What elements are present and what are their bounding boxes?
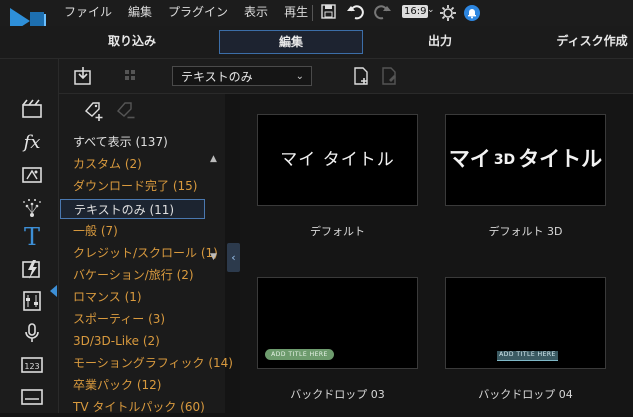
preview-3d-mark: 3D [493,152,516,168]
category-motion-graphics[interactable]: モーショングラフィック (14) [60,353,233,373]
menu-playback[interactable]: 再生 [278,0,314,24]
category-downloaded[interactable]: ダウンロード完了 (15) [60,176,205,196]
tab-create-disc[interactable]: ディスク作成 [551,30,633,52]
category-general[interactable]: 一般 (7) [60,221,205,241]
menu-edit[interactable]: 編集 [122,0,158,24]
toolbar-divider [312,5,313,21]
category-panel: すべて表示 (137) カスタム (2) ダウンロード完了 (15) テキストの… [59,94,233,414]
particle-room-icon[interactable] [20,195,44,219]
chevron-down-icon: ⌄ [295,71,304,82]
category-scrollbar[interactable]: ▲ ▼ [209,152,221,413]
notification-bell-icon[interactable] [462,2,482,22]
thumbnail-preview-text: ADD TITLE HERE [497,351,558,361]
aspect-ratio-selector[interactable]: 16:9 [402,5,429,18]
category-show-all[interactable]: すべて表示 (137) [60,132,205,152]
menu-file[interactable]: ファイル [58,0,118,24]
gear-icon[interactable] [439,2,457,22]
menu-bar: ファイル 編集 プラグイン 表示 再生 16:9 ⌄ [0,0,633,34]
library-filter-dropdown[interactable]: テキストのみ ⌄ [172,66,312,86]
category-tv-title-pack[interactable]: TV タイトルパック (60) [60,397,205,417]
active-room-pointer [50,285,57,297]
collapse-panel-button[interactable]: ‹ [227,243,240,272]
template-thumbnail[interactable]: ADD TITLE HERE [257,277,418,369]
template-thumbnail[interactable]: マイ 3D タイトル [445,114,606,206]
remove-tag-icon [117,102,135,119]
tab-edit[interactable]: 編集 [219,30,363,54]
category-3d[interactable]: 3D/3D-Like (2) [60,331,205,351]
category-text-only[interactable]: テキストのみ (11) [60,199,205,219]
menu-plugins[interactable]: プラグイン [162,0,234,24]
menu-view[interactable]: 表示 [238,0,274,24]
category-vacation-travel[interactable]: バケーション/旅行 (2) [60,265,205,285]
main-menu: ファイル 編集 プラグイン 表示 再生 [58,0,318,24]
template-thumbnail[interactable]: マイ タイトル [257,114,418,206]
thumbnail-preview-text: マイ 3D タイトル [446,143,605,173]
scroll-up-arrow-icon[interactable]: ▲ [210,154,217,164]
template-thumbnail[interactable]: ADD TITLE HERE [445,277,606,369]
subtitle-room-icon[interactable] [20,385,44,409]
preview-word: タイトル [518,147,603,171]
category-romance[interactable]: ロマンス (1) [60,287,205,307]
media-room-icon[interactable] [20,97,44,121]
thumbnail-preview-text: ADD TITLE HERE [265,349,334,360]
redo-icon[interactable] [372,2,392,22]
tab-produce[interactable]: 出力 [405,30,475,52]
scroll-down-arrow-icon[interactable]: ▼ [210,252,217,262]
modify-title-icon [382,67,396,85]
category-credits-scroll[interactable]: クレジット/スクロール (1) [60,243,218,263]
thumbnail-preview-text: マイ タイトル [280,150,395,170]
preview-word: マイ [448,147,491,171]
chapter-room-icon[interactable]: 123 [20,353,44,377]
template-label: デフォルト [310,225,365,238]
category-custom[interactable]: カスタム (2) [60,154,205,174]
chevron-down-icon[interactable]: ⌄ [427,5,435,15]
plugin-grid-icon [125,70,135,80]
import-media-icon[interactable] [73,66,93,86]
dropdown-value: テキストのみ [181,70,253,84]
template-label: バックドロップ 03 [290,388,385,401]
title-room-icon[interactable]: T [20,223,44,251]
template-label: デフォルト 3D [488,225,563,238]
library-toolbar: テキストのみ ⌄ [59,59,633,94]
room-sidebar: fx T 123 [0,59,59,413]
title-template-grid: マイ タイトル デフォルト マイ 3D タイトル デフォルト 3D ADD TITL… [240,94,633,413]
category-graduation-pack[interactable]: 卒業パック (12) [60,375,205,395]
add-tag-icon[interactable] [83,100,105,122]
svg-text:123: 123 [24,362,39,371]
mode-tabs: 取り込み 編集 出力 ディスク作成 [0,26,633,59]
audio-mixing-room-icon[interactable] [20,289,44,313]
category-sporty[interactable]: スポーティー (3) [60,309,205,329]
transition-room-icon[interactable] [20,257,44,281]
save-icon[interactable] [320,2,338,22]
new-title-icon[interactable] [351,66,371,86]
template-label: バックドロップ 04 [478,388,573,401]
undo-icon[interactable] [346,2,366,22]
microphone-icon[interactable] [20,321,44,345]
fx-room-icon[interactable]: fx [20,130,44,154]
pip-room-icon[interactable] [20,163,44,187]
tab-capture[interactable]: 取り込み [94,30,170,52]
